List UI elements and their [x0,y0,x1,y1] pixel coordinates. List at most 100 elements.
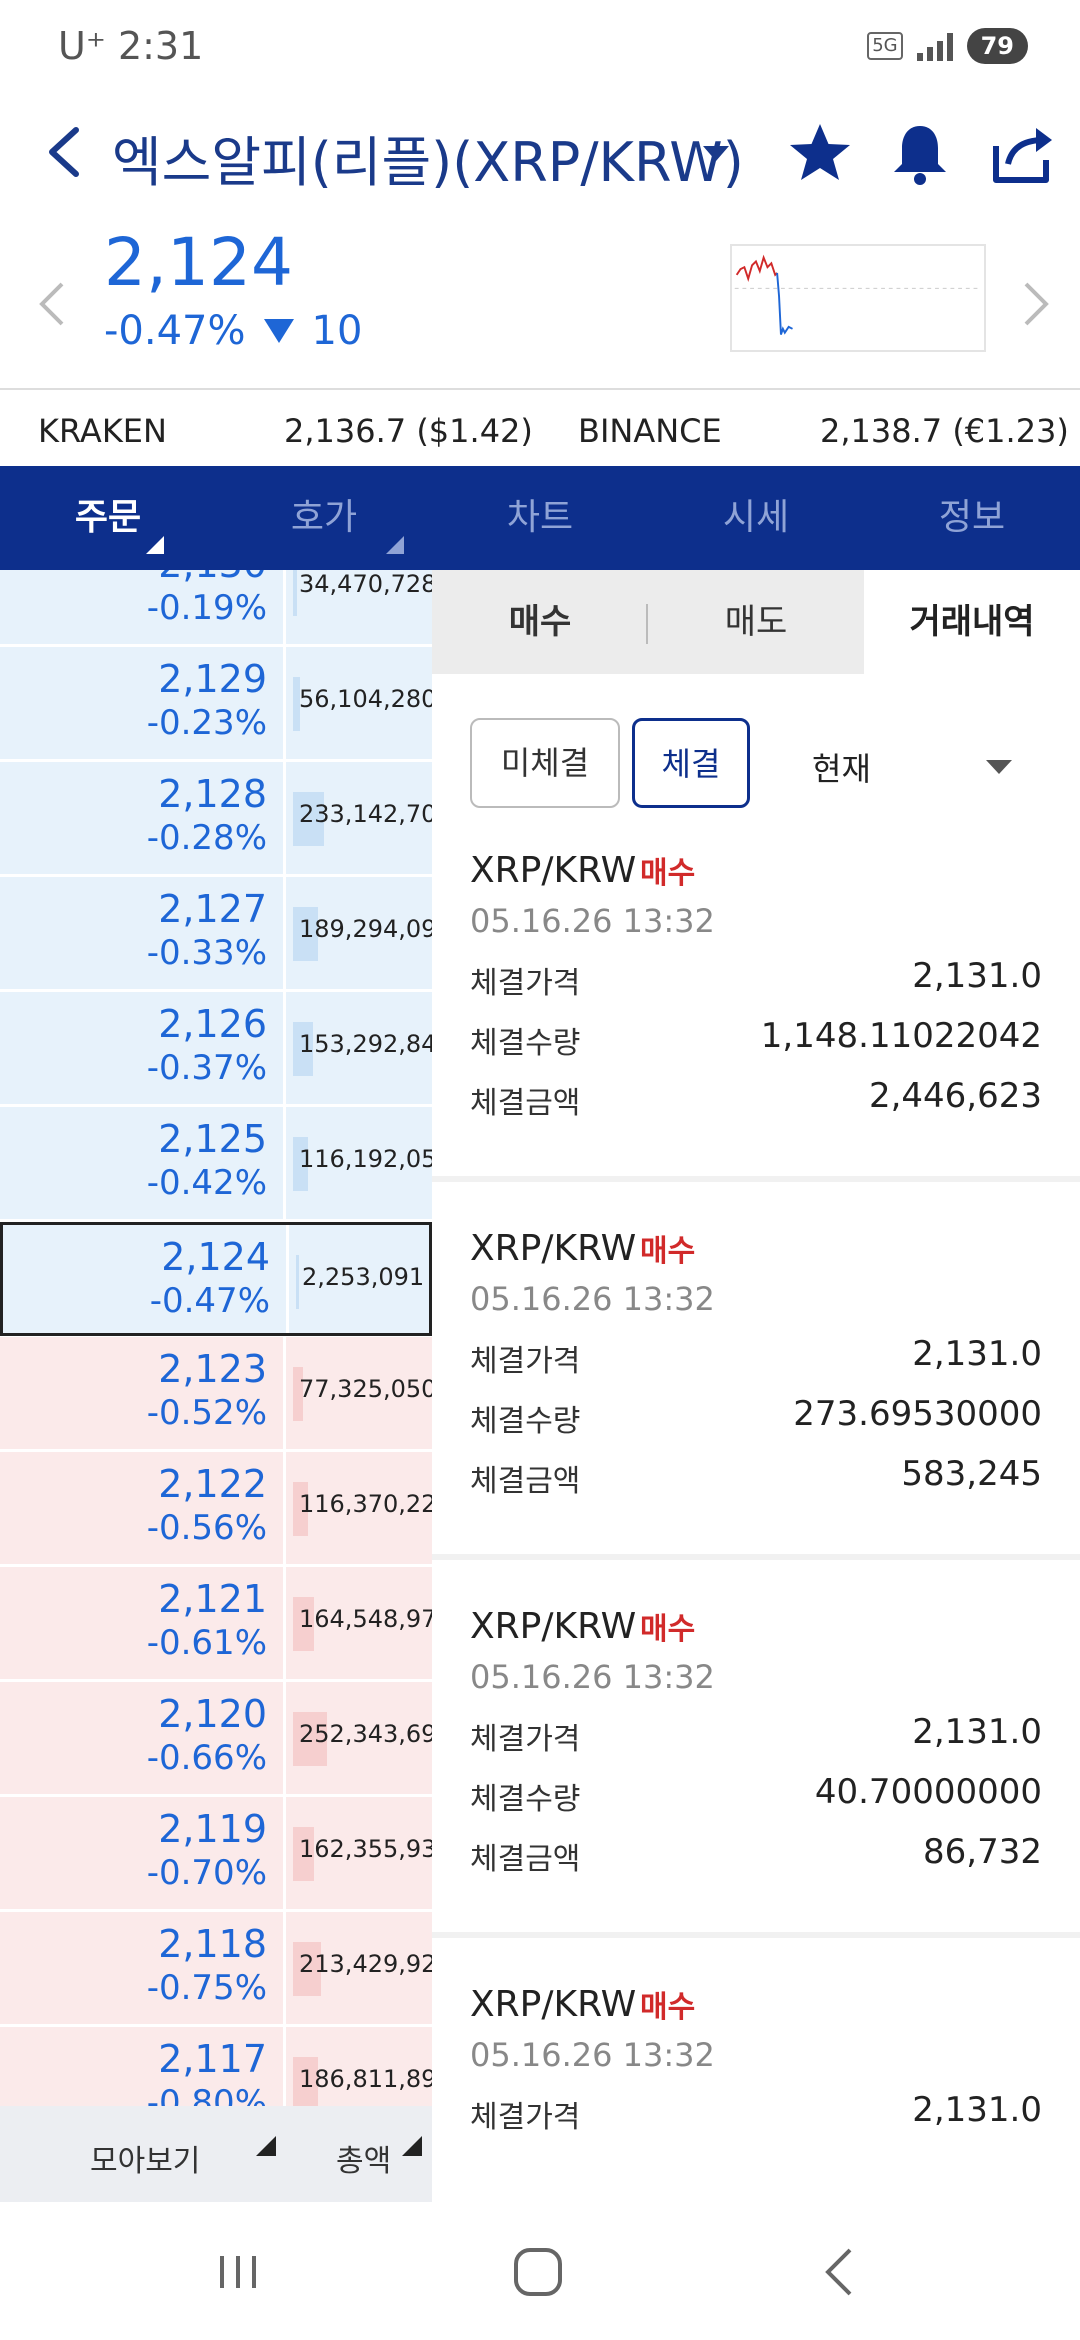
trade-pair: XRP/KRW [470,1228,637,1269]
orderbook-price-cell[interactable]: 2,117 -0.80% [0,2027,286,2110]
trade-side: 매수 [640,1990,696,2025]
orderbook-row[interactable]: 2,117-0.80% 186,811,896 [0,2027,432,2110]
share-icon[interactable] [986,118,1058,190]
next-coin-icon[interactable] [1016,274,1056,334]
orderbook-price-cell[interactable]: 2,119 -0.70% [0,1797,286,1909]
orderbook-qty-cell[interactable]: 116,192,054 [289,1107,432,1219]
orderbook-row[interactable]: 2,125-0.42% 116,192,054 [0,1107,432,1221]
orderbook-price-cell[interactable]: 2,123 -0.52% [0,1337,286,1449]
orderbook-price: 2,122 [158,1462,267,1506]
mini-price-chart[interactable] [730,244,986,352]
orderbook-price-cell[interactable]: 2,120 -0.66% [0,1682,286,1794]
orderbook-row[interactable]: 2,120-0.66% 252,343,696 [0,1682,432,1796]
orderbook-qty-cell[interactable]: 2,253,091 [292,1225,429,1333]
orderbook-price-cell[interactable]: 2,130 -0.19% [0,570,286,644]
trade-card[interactable]: XRP/KRW 매수 05.16.26 13:32 체결가격 2,131.0 [432,1938,1080,2202]
tab-market-label: 시세 [722,497,790,538]
status-bar: U⁺ 2:31 5G 79 [0,0,1080,100]
orderbook-price-cell[interactable]: 2,122 -0.56% [0,1452,286,1564]
orderbook-row[interactable]: 2,123 -0.52% 77,325,050 [0,1337,432,1451]
tab-chart[interactable]: 차트 [432,466,648,570]
orderbook-qty: 252,343,696 [299,1720,432,1748]
trade-side: 매수 [640,1234,696,1269]
tab-info[interactable]: 정보 [864,466,1080,570]
orderbook-price-cell[interactable]: 2,128 -0.28% [0,762,286,874]
star-icon[interactable] [784,118,856,190]
orderbook-price-cell[interactable]: 2,121 -0.61% [0,1567,286,1679]
orderbook-qty-cell[interactable]: 252,343,696 [289,1682,432,1794]
orderbook-row[interactable]: 2,121-0.61% 164,548,974 [0,1567,432,1681]
sort-select[interactable]: 현재 [812,744,871,790]
down-triangle-icon [263,319,294,343]
orderbook-price-cell[interactable]: 2,118 -0.75% [0,1912,286,2024]
orderbook-row[interactable]: 2,129 -0.23% 56,104,280 [0,647,432,761]
group-view-button[interactable]: 모아보기 [90,2136,200,2180]
filled-filter-button[interactable]: 체결 [632,718,750,808]
change-amount: 10 [311,308,363,354]
orderbook-qty-cell[interactable]: 189,294,096 [289,877,432,989]
tab-orderbook[interactable]: 호가 [216,466,432,570]
orderbook-row[interactable]: 2,128-0.28% 233,142,700 [0,762,432,876]
orderbook-qty-cell[interactable]: 34,470,728 [289,570,432,644]
orderbook-qty-cell[interactable]: 162,355,936 [289,1797,432,1909]
back-chevron-icon[interactable] [36,122,96,182]
orderbook-price-cell[interactable]: 2,129 -0.23% [0,647,286,759]
trade-label-qty: 체결수량 [470,1404,581,1439]
trade-card[interactable]: XRP/KRW 매수 05.16.26 13:32 체결가격 2,131.0 체결수량 1,… [432,804,1080,1182]
orderbook-qty-cell[interactable]: 213,429,926 [289,1912,432,2024]
orderbook[interactable]: 2,130 -0.19% 34,470,728 2,129-0.23% 56,104,2… [0,570,432,2110]
price-change: -0.47% 10 [104,308,362,354]
orderbook-row[interactable]: 2,119-0.70% 162,355,936 [0,1797,432,1911]
orderbook-qty-cell[interactable]: 77,325,050 [289,1337,432,1449]
orderbook-price-cell[interactable]: 2,127 -0.33% [0,877,286,989]
tab-order[interactable]: 주문 [0,466,216,570]
chevron-down-icon[interactable] [703,146,729,161]
orderbook-qty-cell[interactable]: 164,548,974 [289,1567,432,1679]
orderbook-qty-cell[interactable]: 56,104,280 [289,647,432,759]
subtab-buy[interactable]: 매수 [432,570,648,674]
orderbook-price-cell[interactable]: 2,125 -0.42% [0,1107,286,1219]
trade-label-price: 체결가격 [470,1722,581,1757]
orderbook-row-current[interactable]: 2,124 -0.47% 2,253,091 [0,1222,432,1336]
orderbook-price-cell[interactable]: 2,124 -0.47% [3,1225,289,1333]
bell-icon[interactable] [884,118,956,190]
home-icon[interactable] [508,2242,568,2302]
orderbook-qty: 2,253,091 [302,1263,425,1291]
orderbook-qty-cell[interactable]: 153,292,847 [289,992,432,1104]
orderbook-row[interactable]: 2,130 -0.19% 34,470,728 [0,570,432,646]
orderbook-qty: 77,325,050 [299,1375,432,1403]
app-header: 엑스알피(리플)(XRP/KRW) [0,100,1080,210]
trade-side: 매수 [640,856,696,891]
orderbook-price-cell[interactable]: 2,126 -0.37% [0,992,286,1104]
trade-label-qty: 체결수량 [470,1026,581,1061]
recent-apps-icon[interactable] [208,2242,268,2302]
orderbook-price: 2,117 [158,2037,267,2081]
trade-card[interactable]: XRP/KRW 매수 05.16.26 13:32 체결가격 2,131.0 체결수량 27… [432,1182,1080,1560]
orderbook-qty-cell[interactable]: 116,370,222 [289,1452,432,1564]
prev-coin-icon[interactable] [32,274,72,334]
orderbook-rate: -0.23% [146,703,267,743]
orderbook-price: 2,120 [158,1692,267,1736]
orderbook-qty: 213,429,926 [299,1950,432,1978]
trade-value-amount: 2,446,623 [868,1076,1042,1116]
orderbook-row[interactable]: 2,126-0.37% 153,292,847 [0,992,432,1106]
trade-label-amount: 체결금액 [470,1086,581,1121]
back-icon[interactable] [812,2242,872,2302]
subtab-history[interactable]: 거래내역 [864,570,1080,674]
trade-pair: XRP/KRW [470,850,637,891]
depth-bar [293,570,297,616]
orderbook-row[interactable]: 2,118-0.75% 213,429,926 [0,1912,432,2026]
total-toggle-button[interactable]: 총액 [336,2136,391,2180]
subtab-sell[interactable]: 매도 [648,570,864,674]
orderbook-row[interactable]: 2,127-0.33% 189,294,096 [0,877,432,991]
unfilled-filter-button[interactable]: 미체결 [470,718,620,808]
tab-market[interactable]: 시세 [648,466,864,570]
orderbook-qty-cell[interactable]: 233,142,700 [289,762,432,874]
orderbook-qty-cell[interactable]: 186,811,896 [289,2027,432,2110]
trade-card[interactable]: XRP/KRW 매수 05.16.26 13:32 체결가격 2,131.0 체결수량 40… [432,1560,1080,1938]
chevron-down-icon[interactable] [986,760,1012,774]
orderbook-row[interactable]: 2,122-0.56% 116,370,222 [0,1452,432,1566]
trade-value-price: 2,131.0 [912,956,1042,996]
orderbook-rate: -0.66% [146,1738,267,1778]
coin-title[interactable]: 엑스알피(리플)(XRP/KRW) [112,118,744,197]
